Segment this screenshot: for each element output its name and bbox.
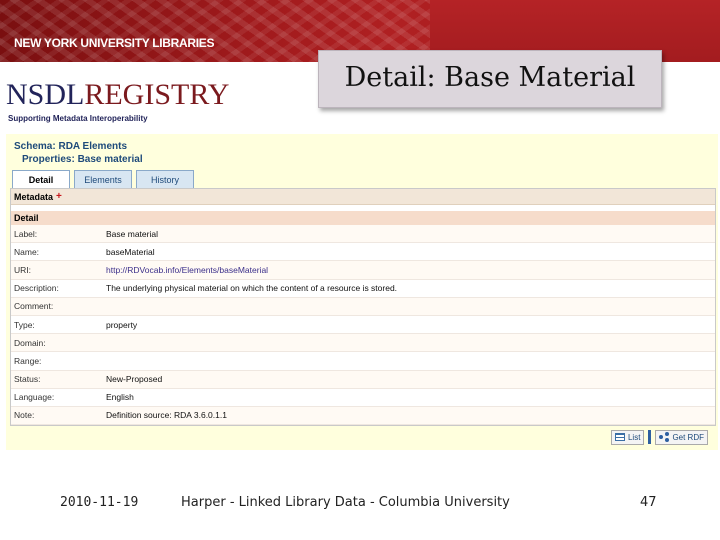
field-key: Note: bbox=[14, 410, 35, 421]
field-row-status: Status: New-Proposed bbox=[11, 370, 715, 389]
slide-title-box: Detail: Base Material bbox=[318, 50, 662, 108]
properties-value[interactable]: Base material bbox=[78, 154, 143, 165]
list-label: List bbox=[627, 432, 641, 442]
list-icon bbox=[614, 433, 625, 441]
list-button[interactable]: List bbox=[610, 429, 645, 445]
detail-header: Detail bbox=[11, 211, 715, 225]
schema-header: Schema: RDA Elements Properties: Base ma… bbox=[14, 140, 143, 166]
get-rdf-label: Get RDF bbox=[672, 432, 704, 442]
uri-link[interactable]: http://RDVocab.info/Elements/baseMateria… bbox=[106, 265, 268, 275]
field-row-name: Name: baseMaterial bbox=[11, 243, 715, 262]
registry-app-panel: Schema: RDA Elements Properties: Base ma… bbox=[6, 134, 718, 450]
action-icons: List Get RDF bbox=[610, 429, 708, 445]
field-row-note: Note: Definition source: RDA 3.6.0.1.1 bbox=[11, 406, 715, 426]
field-row-description: Description: The underlying physical mat… bbox=[11, 280, 715, 298]
detail-content: Metadata + Detail Label: Base material N… bbox=[10, 188, 716, 426]
footer-page-number: 47 bbox=[640, 495, 657, 510]
field-key: Label: bbox=[14, 228, 38, 239]
field-key: Status: bbox=[14, 374, 41, 385]
field-key: Domain: bbox=[14, 337, 46, 348]
schema-label: Schema: bbox=[14, 141, 56, 152]
field-value: property bbox=[106, 319, 138, 330]
field-row-comment: Comment: bbox=[11, 297, 715, 316]
get-rdf-button[interactable]: Get RDF bbox=[655, 429, 708, 445]
schema-value[interactable]: RDA Elements bbox=[58, 141, 127, 152]
rdf-share-icon bbox=[659, 432, 670, 442]
field-row-uri: URI: http://RDVocab.info/Elements/baseMa… bbox=[11, 261, 715, 280]
slide-title: Detail: Base Material bbox=[344, 61, 636, 93]
footer-center-text: Harper - Linked Library Data - Columbia … bbox=[181, 495, 510, 510]
footer-date: 2010-11-19 bbox=[60, 495, 139, 510]
field-value: Definition source: RDA 3.6.0.1.1 bbox=[106, 410, 227, 421]
logo-nsdl: NSDL bbox=[6, 78, 85, 111]
expand-plus-icon[interactable]: + bbox=[56, 191, 62, 202]
separator-bar bbox=[648, 430, 652, 444]
logo-registry: REGISTRY bbox=[84, 78, 230, 111]
field-key: Type: bbox=[14, 319, 35, 330]
field-row-domain: Domain: bbox=[11, 334, 715, 353]
tab-elements[interactable]: Elements bbox=[74, 170, 132, 188]
field-key: Name: bbox=[14, 246, 40, 257]
field-row-language: Language: English bbox=[11, 389, 715, 407]
properties-label: Properties: bbox=[22, 154, 75, 165]
field-key: Range: bbox=[14, 355, 42, 366]
metadata-bar[interactable]: Metadata + bbox=[11, 189, 715, 205]
field-value: Base material bbox=[106, 228, 158, 239]
field-list: Label: Base material Name: baseMaterial … bbox=[11, 225, 715, 426]
tab-detail[interactable]: Detail bbox=[12, 170, 70, 188]
field-key: Description: bbox=[14, 283, 59, 294]
field-key: Language: bbox=[14, 392, 55, 403]
field-row-type: Type: property bbox=[11, 316, 715, 335]
banner-org-name: NEW YORK UNIVERSITY LIBRARIES bbox=[14, 36, 215, 50]
nsdl-registry-logo[interactable]: NSDLREGISTRY bbox=[6, 80, 229, 110]
field-value: baseMaterial bbox=[106, 246, 155, 257]
logo-tagline: Supporting Metadata Interoperability bbox=[8, 114, 148, 123]
field-value: The underlying physical material on whic… bbox=[106, 283, 398, 294]
tab-history[interactable]: History bbox=[136, 170, 194, 188]
field-row-label: Label: Base material bbox=[11, 225, 715, 244]
field-row-range: Range: bbox=[11, 352, 715, 371]
tab-bar: Detail Elements History bbox=[12, 170, 198, 188]
field-key: Comment: bbox=[14, 301, 54, 312]
field-value: New-Proposed bbox=[106, 374, 163, 385]
field-key: URI: bbox=[14, 264, 31, 275]
metadata-header: Metadata bbox=[14, 191, 54, 202]
field-value: English bbox=[106, 392, 134, 403]
